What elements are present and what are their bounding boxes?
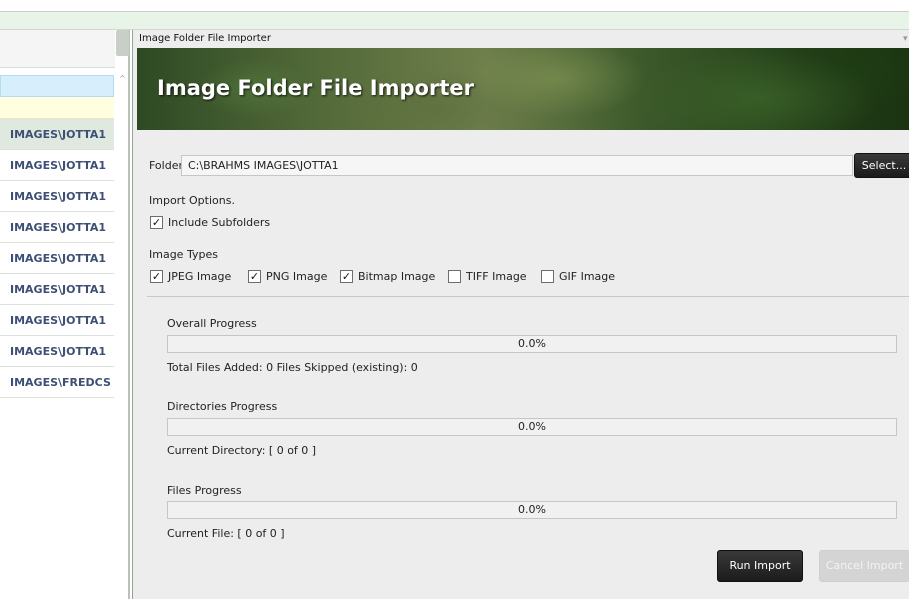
tiff-checkbox[interactable]: TIFF Image [448,270,527,283]
files-progress-label: Files Progress [167,484,242,497]
banner: Image Folder File Importer [137,48,909,130]
select-button[interactable]: Select... [854,153,909,178]
input-row[interactable] [0,97,114,119]
list-item[interactable]: IMAGES\FREDCS [0,367,114,398]
list-item[interactable]: IMAGES\JOTTA1 [0,212,114,243]
checkbox-icon: ✓ [248,270,261,283]
directories-progress-bar: 0.0% [167,418,897,436]
left-panel-scrollbar-thumb[interactable]: ▾ [116,30,241,56]
window-title: Image Folder File Importer [139,33,271,44]
jpeg-label: JPEG Image [168,270,232,283]
folder-field[interactable]: C:\BRAHMS IMAGES\JOTTA1 [181,155,853,176]
left-panel: ▾ ^ IMAGES\JOTTA1 IMAGES\JOTTA1 IMAGES\J… [0,30,241,599]
include-subfolders-label: Include Subfolders [168,216,271,229]
list-item[interactable]: IMAGES\JOTTA1 [0,336,114,367]
png-checkbox[interactable]: ✓ PNG Image [248,270,327,283]
divider [147,296,909,297]
list-item[interactable]: IMAGES\JOTTA1 [0,119,114,150]
tiff-label: TIFF Image [466,270,527,283]
checkbox-icon [541,270,554,283]
png-label: PNG Image [266,270,328,283]
gif-checkbox[interactable]: GIF Image [541,270,615,283]
left-panel-header [0,30,115,68]
overall-progress-label: Overall Progress [167,317,257,330]
list-item[interactable]: IMAGES\JOTTA1 [0,181,114,212]
chevron-up-icon[interactable]: ^ [116,72,129,86]
list-item[interactable]: IMAGES\JOTTA1 [0,150,114,181]
left-panel-list: IMAGES\JOTTA1 IMAGES\JOTTA1 IMAGES\JOTTA… [0,119,114,398]
directories-progress-label: Directories Progress [167,400,278,413]
selected-row[interactable] [0,75,114,97]
checkbox-icon: ✓ [150,216,163,229]
run-import-button[interactable]: Run Import [717,550,803,582]
top-band [0,12,909,30]
import-options-label: Import Options. [149,194,235,207]
image-types-label: Image Types [149,248,218,261]
current-file-text: Current File: [ 0 of 0 ] [167,527,285,540]
bitmap-checkbox[interactable]: ✓ Bitmap Image [340,270,435,283]
list-item[interactable]: IMAGES\JOTTA1 [0,243,114,274]
list-item[interactable]: IMAGES\JOTTA1 [0,274,114,305]
jpeg-checkbox[interactable]: ✓ JPEG Image [150,270,231,283]
chevron-down-icon[interactable]: ▾ [903,34,908,44]
cancel-import-button[interactable]: Cancel Import [819,550,909,582]
checkbox-icon: ✓ [150,270,163,283]
checkbox-icon [448,270,461,283]
current-directory-text: Current Directory: [ 0 of 0 ] [167,444,317,457]
bitmap-label: Bitmap Image [358,270,436,283]
importer-panel: Image Folder File Importer ▾ Image Folde… [132,30,909,599]
banner-title: Image Folder File Importer [157,76,474,100]
list-item[interactable]: IMAGES\JOTTA1 [0,305,114,336]
include-subfolders-checkbox[interactable]: ✓ Include Subfolders [150,216,270,229]
top-strip [0,0,909,12]
files-progress-bar: 0.0% [167,501,897,519]
overall-progress-bar: 0.0% [167,335,897,353]
gif-label: GIF Image [559,270,616,283]
folder-label: Folder [149,159,183,172]
checkbox-icon: ✓ [340,270,353,283]
totals-text: Total Files Added: 0 Files Skipped (exis… [167,361,418,374]
